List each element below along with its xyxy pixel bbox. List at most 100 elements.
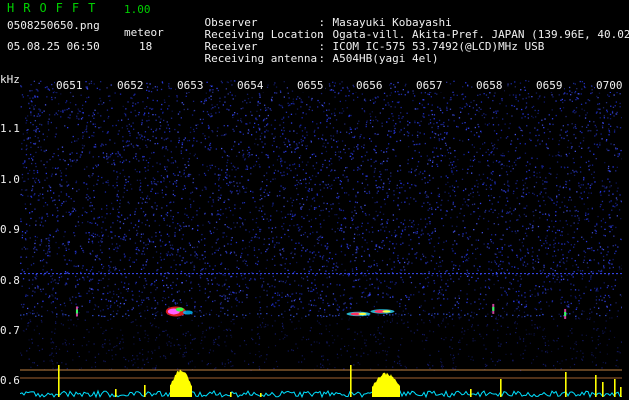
noise-speck xyxy=(376,250,379,253)
noise-speck xyxy=(133,227,135,229)
noise-speck xyxy=(35,278,37,280)
noise-speck xyxy=(168,127,171,130)
noise-speck xyxy=(404,227,406,229)
noise-speck xyxy=(548,114,550,116)
noise-speck xyxy=(559,220,561,222)
noise-speck xyxy=(102,130,104,133)
noise-speck xyxy=(207,279,209,282)
noise-speck xyxy=(183,225,185,228)
noise-speck xyxy=(65,194,68,196)
noise-speck xyxy=(65,193,68,195)
noise-speck xyxy=(138,187,141,189)
noise-speck xyxy=(273,140,275,142)
noise-speck xyxy=(416,252,418,254)
noise-speck xyxy=(449,83,452,85)
noise-speck xyxy=(282,121,285,124)
noise-speck xyxy=(146,219,148,221)
noise-speck xyxy=(227,243,229,245)
noise-speck xyxy=(23,139,25,141)
noise-speck xyxy=(394,229,396,232)
noise-speck xyxy=(208,115,211,117)
noise-speck xyxy=(62,215,64,217)
noise-speck xyxy=(404,85,406,87)
noise-speck xyxy=(96,183,98,185)
noise-speck xyxy=(488,268,490,270)
noise-speck xyxy=(287,229,290,231)
noise-speck xyxy=(248,146,250,148)
noise-speck xyxy=(560,279,563,281)
noise-speck xyxy=(237,167,239,169)
noise-speck xyxy=(212,231,215,234)
noise-speck xyxy=(177,212,179,214)
noise-speck xyxy=(480,131,482,134)
noise-speck xyxy=(529,163,531,165)
noise-speck xyxy=(233,185,235,187)
noise-speck xyxy=(51,274,53,277)
noise-speck xyxy=(122,146,125,148)
noise-speck xyxy=(40,242,43,244)
noise-speck xyxy=(191,191,194,193)
noise-speck xyxy=(408,146,410,148)
noise-speck xyxy=(42,193,44,195)
noise-speck xyxy=(271,96,273,98)
noise-speck xyxy=(54,297,56,299)
noise-speck xyxy=(166,214,168,217)
noise-speck xyxy=(478,161,480,163)
noise-speck xyxy=(549,197,551,199)
noise-speck xyxy=(35,129,37,131)
noise-speck xyxy=(106,132,108,134)
noise-speck xyxy=(257,124,260,126)
noise-speck xyxy=(199,285,201,288)
noise-speck xyxy=(333,179,335,181)
noise-speck xyxy=(374,96,376,99)
noise-speck xyxy=(427,233,429,235)
noise-speck xyxy=(364,204,366,206)
noise-speck xyxy=(140,233,143,235)
noise-speck xyxy=(296,261,298,264)
noise-speck xyxy=(85,127,88,129)
noise-speck xyxy=(454,240,456,242)
noise-speck xyxy=(412,226,414,228)
noise-speck xyxy=(215,221,218,223)
noise-speck xyxy=(343,238,345,240)
noise-speck xyxy=(607,178,609,180)
noise-speck xyxy=(318,205,320,207)
noise-speck xyxy=(564,205,566,207)
noise-speck xyxy=(432,160,434,162)
noise-speck xyxy=(565,115,567,118)
noise-speck xyxy=(520,250,522,252)
noise-speck xyxy=(573,174,576,176)
noise-speck xyxy=(163,275,165,277)
noise-speck xyxy=(413,144,415,146)
noise-speck xyxy=(215,242,217,244)
noise-speck xyxy=(491,179,493,181)
noise-speck xyxy=(397,170,399,172)
noise-speck xyxy=(92,232,94,235)
noise-speck xyxy=(42,269,44,271)
noise-speck xyxy=(256,110,258,112)
noise-speck xyxy=(377,96,379,98)
noise-speck xyxy=(494,261,496,263)
noise-speck xyxy=(233,145,235,147)
noise-speck xyxy=(157,171,159,173)
noise-speck xyxy=(27,129,29,131)
noise-speck xyxy=(196,214,198,216)
noise-speck xyxy=(467,249,469,251)
noise-speck xyxy=(107,131,109,133)
noise-speck xyxy=(76,115,78,117)
noise-speck xyxy=(69,299,71,301)
noise-speck xyxy=(601,200,604,203)
noise-speck xyxy=(383,198,386,201)
noise-speck xyxy=(314,135,316,137)
noise-speck xyxy=(347,88,349,90)
noise-speck xyxy=(174,180,176,183)
noise-speck xyxy=(266,109,268,111)
noise-speck xyxy=(343,148,345,151)
noise-speck xyxy=(451,170,453,172)
noise-speck xyxy=(52,91,55,94)
noise-speck xyxy=(323,102,326,104)
noise-speck xyxy=(266,86,269,88)
noise-speck xyxy=(515,291,517,293)
noise-speck xyxy=(308,176,311,179)
noise-speck xyxy=(270,180,272,183)
